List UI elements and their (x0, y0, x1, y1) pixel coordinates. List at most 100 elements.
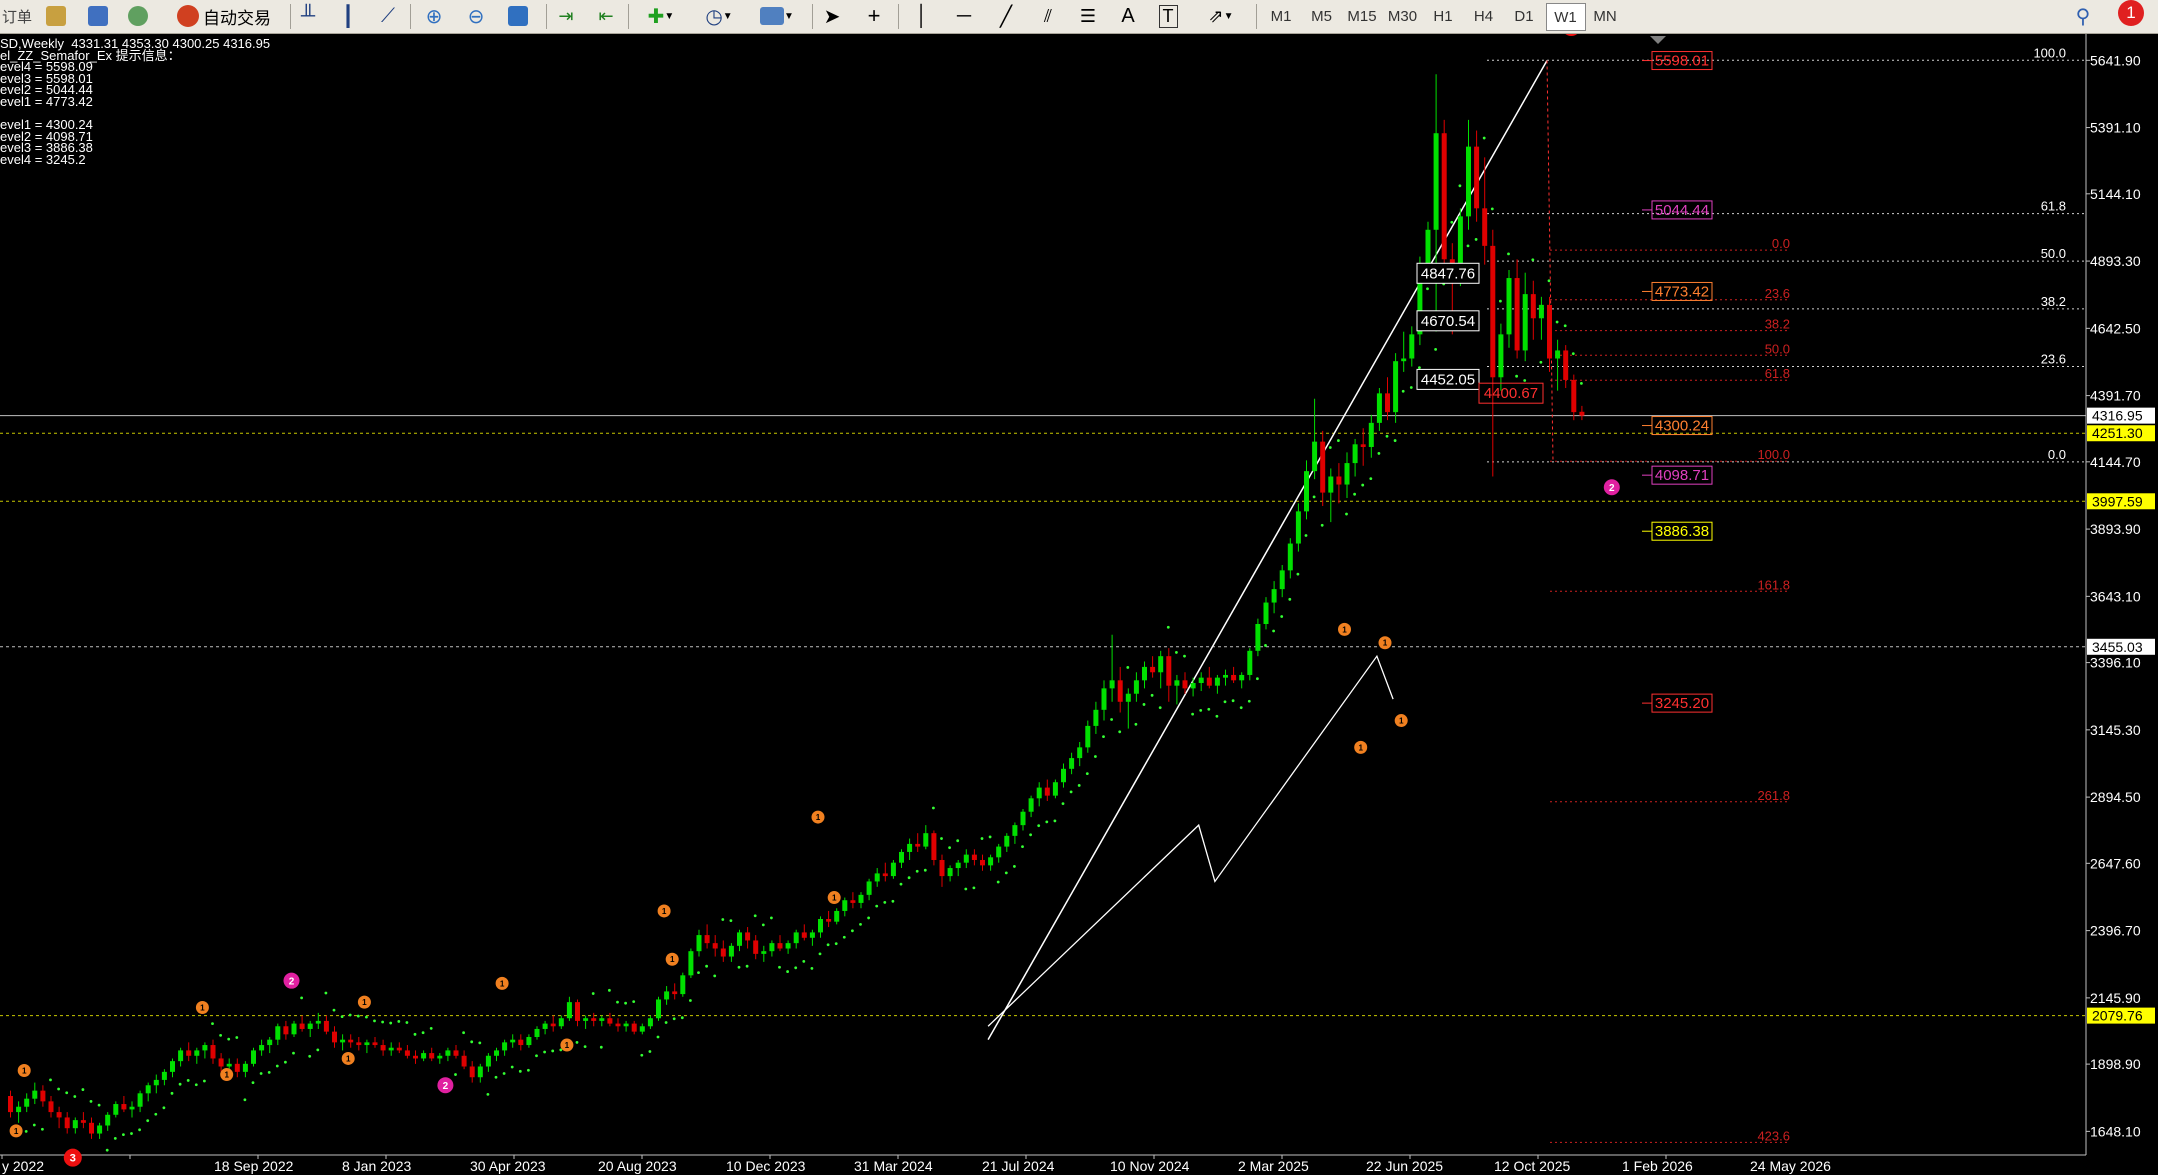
timeframe-m30[interactable]: M30 (1384, 3, 1422, 29)
timeframe-d1[interactable]: D1 (1505, 3, 1543, 29)
candle-body (485, 1055, 491, 1067)
candle-body (720, 948, 726, 957)
candles (8, 74, 1585, 1139)
candle-body (251, 1050, 256, 1064)
candle (8, 1090, 13, 1118)
templates-dropdown[interactable]: ▼ (752, 3, 802, 29)
candle-body (704, 935, 710, 944)
auto-trading-button[interactable]: 自动交易 (164, 3, 284, 29)
candle (307, 1020, 313, 1037)
arrows-dropdown[interactable]: ⇗ ▼ (1196, 3, 1246, 29)
candle-body (332, 1031, 337, 1043)
horizontal-line-icon[interactable]: ─ (950, 3, 978, 29)
history-icon[interactable] (42, 3, 70, 29)
price-chart[interactable]: 100.0 61.8 50.0 38.2 23.6 0.0 0.0 23.6 38.2 50.0 6… (0, 34, 2158, 1175)
candle-body (1223, 674, 1228, 678)
timeframe-m1[interactable]: M1 (1262, 3, 1300, 29)
zoom-in-icon[interactable]: ⊕ (420, 3, 448, 29)
candle (988, 854, 994, 871)
chart-shift-icon[interactable]: ⇥ (552, 3, 580, 29)
psar-dot (1418, 366, 1421, 370)
line-chart-icon[interactable]: ⟋ (374, 3, 402, 29)
navigator-icon[interactable] (124, 3, 152, 29)
fibonacci-icon[interactable]: ☰ (1074, 3, 1102, 29)
notification-badge[interactable]: 1 (2118, 0, 2144, 26)
psar-dot (948, 846, 951, 850)
candle-body (348, 1039, 354, 1043)
candle-body (56, 1112, 62, 1118)
timeframe-h4[interactable]: H4 (1465, 3, 1503, 29)
channel-icon[interactable]: ⫽ (1034, 3, 1062, 29)
text-label-icon[interactable]: T (1154, 3, 1182, 29)
time-tick-label: y 2022 (2, 1158, 44, 1174)
candle (826, 910, 832, 928)
candle-body (1206, 677, 1212, 686)
tile-windows-icon[interactable] (504, 3, 532, 29)
candle (534, 1026, 540, 1040)
psar-dot (729, 919, 733, 923)
psar-dot (810, 966, 814, 970)
psar-dot (988, 835, 992, 839)
candle (607, 1012, 613, 1027)
price-label-value: 4452.05 (1421, 371, 1475, 388)
timeframe-h1[interactable]: H1 (1424, 3, 1462, 29)
search-icon[interactable]: ⚲ (2068, 3, 2098, 29)
cursor-icon[interactable]: ➤ (818, 3, 846, 29)
candle (575, 999, 580, 1027)
candle-body (178, 1050, 184, 1062)
candle-body (615, 1023, 621, 1027)
vertical-line-icon[interactable]: │ (908, 3, 936, 29)
crosshair-icon[interactable]: + (860, 3, 888, 29)
candle-body (753, 940, 759, 954)
candle-body (72, 1120, 78, 1129)
candle-body (64, 1117, 70, 1129)
semafor-label: 1 (346, 1054, 351, 1063)
zoom-out-icon[interactable]: ⊖ (462, 3, 490, 29)
psar-dot (883, 900, 887, 904)
candle-body (161, 1071, 167, 1080)
candle (656, 996, 661, 1021)
lower-level-4: evel4 = 3245.2 (0, 151, 86, 167)
candle-body (769, 943, 775, 952)
psar-dot (964, 887, 968, 891)
timeframe-m5[interactable]: M5 (1303, 3, 1341, 29)
candle (818, 916, 823, 938)
candle (1555, 339, 1561, 391)
candlestick-icon[interactable]: ┃ (334, 3, 362, 29)
text-icon[interactable]: A (1114, 3, 1142, 29)
candle (858, 892, 864, 909)
candle (97, 1122, 103, 1139)
semafor-label: 2 (443, 1081, 449, 1092)
candle-body (1312, 441, 1318, 472)
candle-body (639, 1026, 645, 1032)
candle (380, 1039, 386, 1056)
psar-dot (1531, 258, 1535, 262)
candle-body (850, 900, 856, 903)
auto-scroll-icon[interactable]: ⇤ (592, 3, 620, 29)
psar-dot (429, 1027, 433, 1030)
candle (1069, 752, 1075, 775)
psar-dot (535, 1054, 538, 1058)
candle-body (656, 999, 661, 1019)
candle-body (607, 1018, 613, 1024)
trend-line-icon[interactable]: ╱ (992, 3, 1020, 29)
timeframe-m15[interactable]: M15 (1343, 3, 1381, 29)
psar-dot (348, 1013, 352, 1017)
candle (485, 1053, 491, 1072)
new-order-button[interactable]: 订单 (0, 3, 34, 29)
time-tick-label: 30 Apr 2023 (470, 1158, 546, 1174)
data-window-icon[interactable] (84, 3, 112, 29)
psar-dot (1523, 379, 1527, 382)
psar-dot (697, 971, 700, 975)
psar-dot (802, 959, 806, 963)
candle (80, 1112, 86, 1129)
periods-dropdown[interactable]: ◷ ▼ (694, 3, 744, 29)
psar-dot (1328, 446, 1332, 449)
timeframe-mn[interactable]: MN (1586, 3, 1624, 29)
indicators-dropdown[interactable]: ✚ ▼ (636, 3, 686, 29)
candle-body (1304, 471, 1309, 512)
candle-body (793, 932, 799, 944)
timeframe-w1[interactable]: W1 (1545, 3, 1586, 31)
candle (704, 924, 710, 949)
bar-chart-icon[interactable]: ╨ (294, 3, 322, 29)
